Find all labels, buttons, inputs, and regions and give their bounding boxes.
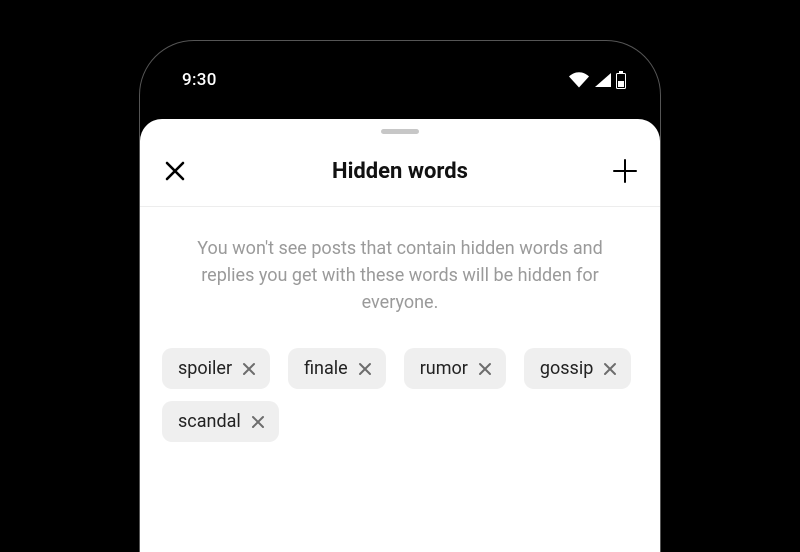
description-text: You won't see posts that contain hidden … <box>140 207 660 340</box>
close-icon <box>358 362 372 376</box>
close-button[interactable] <box>160 156 190 186</box>
wifi-icon <box>568 72 590 88</box>
plus-icon <box>612 158 638 184</box>
page-title: Hidden words <box>332 159 468 184</box>
chip-remove-button[interactable] <box>478 362 492 376</box>
hidden-word-chip: scandal <box>162 401 279 442</box>
chip-label: gossip <box>540 358 593 379</box>
phone-frame: 9:30 Hidden <box>139 40 661 552</box>
hidden-word-chip: spoiler <box>162 348 270 389</box>
cellular-icon <box>594 72 612 88</box>
chip-remove-button[interactable] <box>358 362 372 376</box>
battery-icon <box>616 71 626 89</box>
hidden-word-chip: gossip <box>524 348 631 389</box>
chip-label: scandal <box>178 411 241 432</box>
screen-header: Hidden words <box>140 134 660 207</box>
close-icon <box>603 362 617 376</box>
status-icons <box>568 71 626 89</box>
chip-label: finale <box>304 358 348 379</box>
chip-remove-button[interactable] <box>603 362 617 376</box>
close-icon <box>251 415 265 429</box>
status-bar: 9:30 <box>140 41 660 119</box>
close-icon <box>242 362 256 376</box>
app-screen: Hidden words You won't see posts that co… <box>140 119 660 552</box>
add-button[interactable] <box>610 156 640 186</box>
hidden-words-chip-list: spoiler finale rumor <box>140 340 660 442</box>
hidden-word-chip: rumor <box>404 348 506 389</box>
close-icon <box>164 160 186 182</box>
status-time: 9:30 <box>182 70 217 90</box>
chip-remove-button[interactable] <box>251 415 265 429</box>
chip-remove-button[interactable] <box>242 362 256 376</box>
chip-label: spoiler <box>178 358 232 379</box>
close-icon <box>478 362 492 376</box>
hidden-word-chip: finale <box>288 348 386 389</box>
chip-label: rumor <box>420 358 468 379</box>
